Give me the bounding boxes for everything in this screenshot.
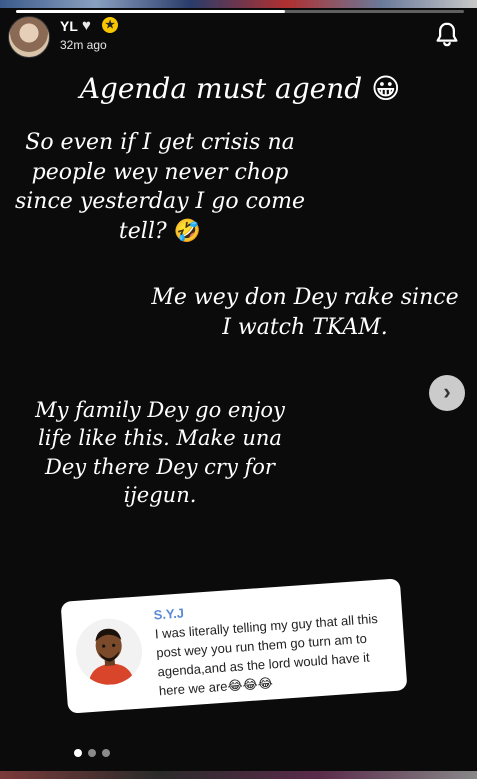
reply-avatar [73,616,145,687]
story-block-family: My family Dey go enjoy life like this. M… [20,396,300,509]
reply-message: I was literally telling my guy that all … [154,609,397,702]
pagination-dots [74,749,110,757]
story-block-tkam-text: Me wey don Dey rake since I watch TKAM. [151,285,459,340]
bell-icon[interactable] [432,20,462,50]
rofl-emoji-icon: 🤣 [173,219,202,245]
story-header: YL ♥ ★ 32m ago [8,16,468,60]
grin-emoji-icon: 😀 [371,72,401,105]
heart-icon: ♥ [82,17,91,34]
pagination-dot[interactable] [102,749,110,757]
story-progress-fill [16,10,285,13]
reply-sticker[interactable]: S.Y.J I was literally telling my guy tha… [60,578,408,714]
bottom-edge-strip [0,771,477,779]
avatar[interactable] [8,16,50,58]
story-block-family-text: My family Dey go enjoy life like this. M… [35,398,285,508]
story-progress-bar [16,10,464,13]
memoji-avatar-icon [76,618,143,687]
timestamp: 32m ago [60,38,107,52]
story-line-agenda-text: Agenda must agend [79,72,363,105]
star-badge-icon: ★ [102,17,118,33]
story-block-crisis: So even if I get crisis na people wey ne… [10,128,310,247]
top-edge-strip [0,0,477,8]
next-story-button[interactable]: › [429,375,465,411]
laughing-emoji-icon: 😂😂😂 [226,675,274,695]
pagination-dot[interactable] [88,749,96,757]
pagination-dot[interactable] [74,749,82,757]
username[interactable]: YL [60,18,78,34]
story-line-agenda: Agenda must agend 😀 [60,70,420,108]
story-block-tkam: Me wey don Dey rake since I watch TKAM. [150,283,460,342]
story-block-crisis-text: So even if I get crisis na people wey ne… [14,130,306,245]
reply-author-name: S.Y.J [153,605,185,623]
chevron-right-icon: › [443,379,451,404]
